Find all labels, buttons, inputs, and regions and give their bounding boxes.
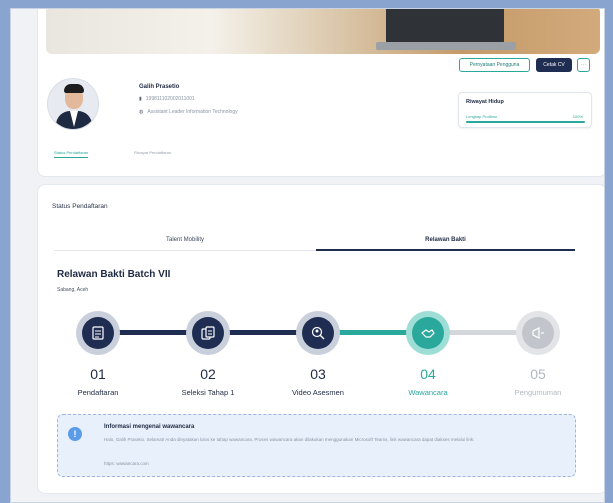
- info-text: Halo, Galih Prasetio. Selamat! Anda diny…: [104, 437, 475, 442]
- step-1-label: Pendaftaran: [77, 388, 119, 397]
- interview-link[interactable]: https: wawancara.com: [104, 461, 149, 466]
- step-1-number: 01: [90, 366, 106, 382]
- step-4-inner: [412, 317, 444, 349]
- step-1-inner: [82, 317, 114, 349]
- step-2-inner: [192, 317, 224, 349]
- form-icon: [92, 326, 104, 340]
- profile-id-number: 199811102002011001: [145, 96, 195, 102]
- step-3-number: 03: [310, 366, 326, 382]
- profile-card: Galih Prasetio ▮ 199811102002011001 ◍ As…: [37, 9, 604, 177]
- handshake-icon: [421, 329, 435, 338]
- profile-position: Assistant Leader Information Technology: [147, 109, 238, 115]
- tab-riwayat-pendaftaran[interactable]: Riwayat Pendaftaran: [134, 150, 171, 155]
- avatar: [47, 78, 99, 130]
- profile-name: Galih Prasetio: [139, 84, 180, 90]
- profile-banner-image: [46, 9, 600, 54]
- laptop-base-illustration: [376, 42, 516, 50]
- briefcase-icon: ◍: [139, 109, 144, 115]
- tab-talent-mobility[interactable]: Talent Mobility: [54, 237, 316, 251]
- riwayat-progress-bar: [466, 121, 585, 123]
- profile-position-row: ◍ Assistant Leader Information Technolog…: [139, 109, 238, 115]
- info-title: Informasi mengenai wawancara: [104, 424, 195, 430]
- batch-title: Relawan Bakti Batch VII: [57, 269, 171, 280]
- step-5-circle: [516, 311, 560, 355]
- step-2-number: 02: [200, 366, 216, 382]
- laptop-illustration: [386, 9, 504, 44]
- tab-relawan-bakti[interactable]: Relawan Bakti: [316, 237, 575, 251]
- riwayat-hidup-card[interactable]: Riwayat Hidup Lengkap Profilmu 100%: [458, 92, 592, 128]
- status-card: Status Pendaftaran Talent Mobility Relaw…: [37, 184, 604, 494]
- interview-info-box: ! Informasi mengenai wawancara Halo, Gal…: [57, 414, 576, 477]
- step-3-inner: [302, 317, 334, 349]
- step-4-circle: [406, 311, 450, 355]
- riwayat-progress-label: Lengkap Profilmu: [466, 114, 498, 119]
- profile-id-row: ▮ 199811102002011001: [139, 96, 195, 102]
- status-title: Status Pendaftaran: [52, 203, 108, 210]
- step-3-label: Video Asesmen: [292, 388, 344, 397]
- documents-icon: [201, 326, 215, 340]
- step-2-circle: [186, 311, 230, 355]
- step-3-circle: [296, 311, 340, 355]
- step-4-number: 04: [420, 366, 436, 382]
- step-5-inner: [522, 317, 554, 349]
- avatar-hair: [64, 84, 84, 93]
- more-options-button[interactable]: ···: [577, 58, 590, 72]
- app-frame: Galih Prasetio ▮ 199811102002011001 ◍ As…: [10, 8, 605, 503]
- step-5-label: Pengumuman: [514, 388, 562, 397]
- statement-button[interactable]: Pernyataan Pengguna: [459, 58, 530, 72]
- step-5-number: 05: [530, 366, 546, 382]
- video-search-icon: [311, 326, 325, 340]
- riwayat-progress-fill: [466, 121, 585, 123]
- batch-location: Sabang, Aceh: [57, 287, 89, 293]
- riwayat-progress-percent: 100%: [572, 114, 583, 119]
- print-cv-button[interactable]: Cetak CV: [536, 58, 572, 72]
- announcement-icon: [532, 327, 544, 339]
- step-4-label: Wawancara: [408, 388, 448, 397]
- step-2-label: Seleksi Tahap 1: [181, 388, 235, 397]
- riwayat-title: Riwayat Hidup: [466, 99, 504, 105]
- tab-status-pendaftaran[interactable]: Status Pendaftaran: [54, 150, 89, 158]
- step-1-circle: [76, 311, 120, 355]
- id-card-icon: ▮: [139, 96, 142, 102]
- info-icon: !: [68, 427, 82, 441]
